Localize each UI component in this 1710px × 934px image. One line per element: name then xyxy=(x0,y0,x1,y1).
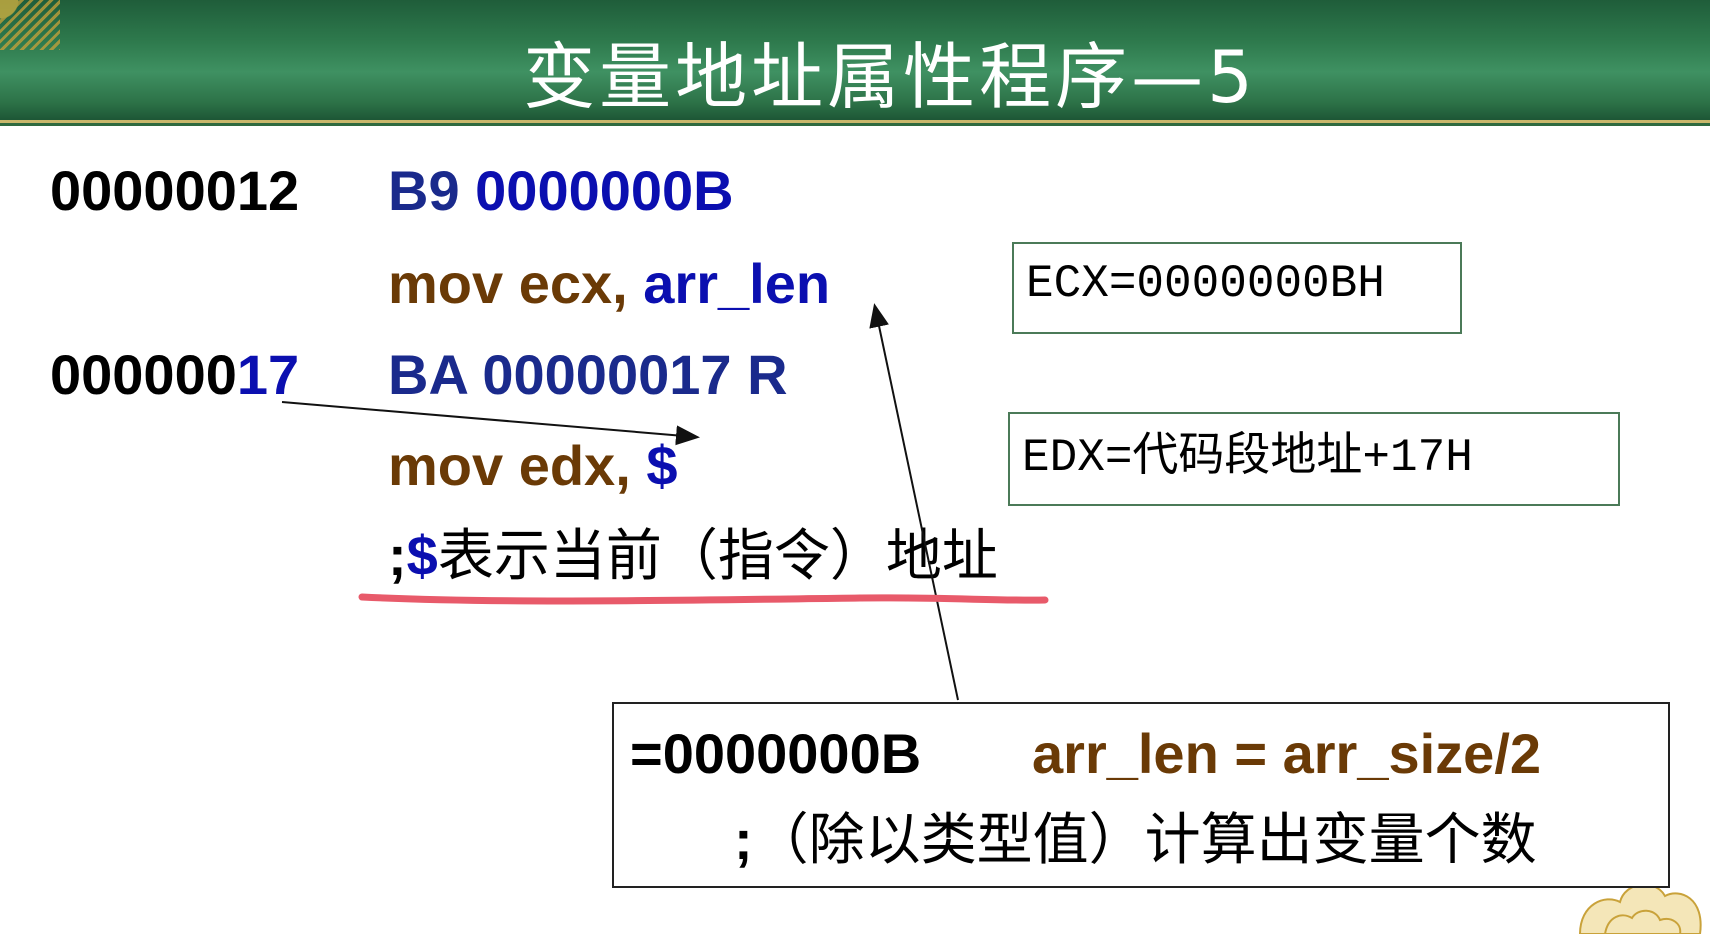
annotation-overlay xyxy=(281,303,1049,701)
red-underline xyxy=(358,593,1049,605)
arrow-note-to-arr-len xyxy=(869,303,959,701)
arrow-address-to-dollar xyxy=(281,401,700,446)
